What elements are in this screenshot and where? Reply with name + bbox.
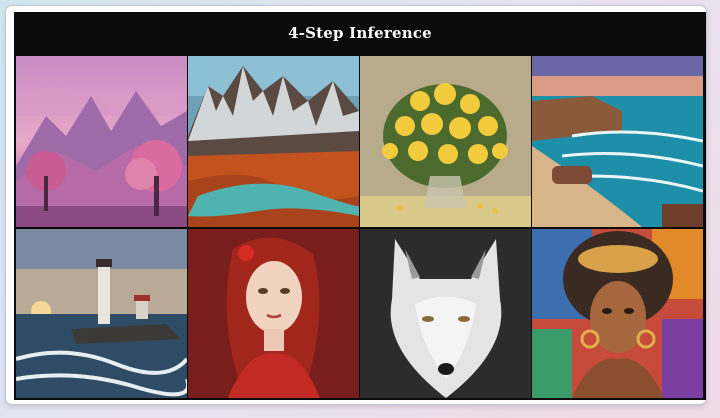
image-colorful-portrait[interactable] — [532, 229, 703, 398]
image-snowy-mountains[interactable] — [188, 56, 359, 227]
colorful-portrait-picture — [532, 229, 703, 398]
red-haired-woman-picture — [188, 229, 359, 398]
image-red-haired-woman[interactable] — [188, 229, 359, 398]
pink-mountains-picture — [16, 56, 187, 227]
gallery-title: 4-Step Inference — [288, 24, 432, 42]
image-grid — [16, 56, 704, 398]
white-wolf-picture — [360, 229, 531, 398]
snowy-mountains-picture — [188, 56, 359, 227]
image-white-wolf[interactable] — [360, 229, 531, 398]
image-beach-waves[interactable] — [532, 56, 703, 227]
lighthouse-picture — [16, 229, 187, 398]
image-pink-mountains[interactable] — [16, 56, 187, 227]
image-yellow-roses[interactable] — [360, 56, 531, 227]
beach-waves-picture — [532, 56, 703, 227]
yellow-roses-picture — [360, 56, 531, 227]
gallery-panel: 4-Step Inference — [14, 12, 706, 400]
image-lighthouse[interactable] — [16, 229, 187, 398]
